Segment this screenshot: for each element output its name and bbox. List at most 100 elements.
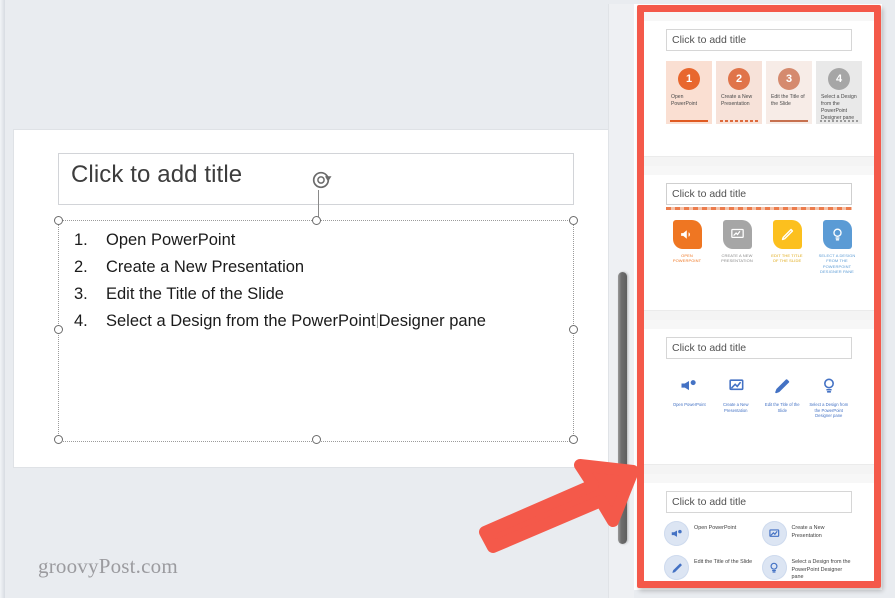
card-number-circle: 4	[828, 68, 850, 90]
lightbulb-icon	[806, 373, 853, 399]
design-2-tile-label: EDIT THE TITLE OF THE SLIDE	[771, 253, 803, 264]
design-3-item-label: Create a New Presentation	[722, 402, 749, 413]
design-3-item: Open PowerPoint	[666, 373, 713, 419]
design-4-item: Edit the Title of the Slide	[664, 555, 757, 581]
designer-divider	[644, 465, 874, 474]
designer-divider	[644, 157, 874, 166]
rotate-handle-stem	[318, 190, 319, 218]
selection-handle-ne[interactable]	[569, 216, 578, 225]
design-2-accent-rule	[666, 207, 852, 210]
selection-handle-n[interactable]	[312, 216, 321, 225]
card-label: Select a Design from the PowerPoint Desi…	[821, 94, 857, 121]
list-item-text: Create a New Presentation	[106, 258, 305, 276]
list-item: 2. Create a New Presentation	[59, 254, 573, 281]
card-underline	[720, 120, 758, 122]
design-option-1[interactable]: Click to add title 1 Open PowerPoint 2 C…	[644, 21, 874, 157]
selection-handle-s[interactable]	[312, 435, 321, 444]
designer-pane[interactable]: Click to add title 1 Open PowerPoint 2 C…	[644, 12, 874, 581]
watermark: groovyPost.com	[38, 554, 178, 578]
design-3-item: Edit the Title of the Slide	[759, 373, 806, 419]
card-number-circle: 2	[728, 68, 750, 90]
slide-canvas[interactable]: Click to add title 1. Open PowerPoint 2.…	[14, 130, 609, 467]
megaphone-icon	[664, 521, 689, 546]
card-label: Open PowerPoint	[671, 94, 698, 107]
list-item: 4. Select a Design from the PowerPoint De…	[59, 308, 573, 335]
design-1-card: 2 Create a New Presentation	[716, 61, 762, 124]
card-underline	[820, 120, 858, 122]
design-3-items: Open PowerPoint Create a New Presentatio…	[666, 373, 852, 419]
selection-handle-nw[interactable]	[54, 216, 63, 225]
list-item: 1. Open PowerPoint	[59, 227, 573, 254]
list-item-number: 2.	[74, 258, 88, 276]
designer-divider	[644, 311, 874, 320]
list-item-text: Open PowerPoint	[106, 231, 236, 249]
powerpoint-window: Click to add title 1. Open PowerPoint 2.…	[0, 0, 895, 598]
design-2-title: Click to add title	[666, 183, 852, 205]
list-item-text: Edit the Title of the Slide	[106, 285, 284, 303]
design-2-thumbnail: Click to add title OPEN POWERPOINT CREAT	[656, 175, 862, 292]
design-option-2[interactable]: Click to add title OPEN POWERPOINT CREAT	[644, 175, 874, 311]
presentation-icon	[713, 373, 760, 399]
design-4-items: Open PowerPoint Create a New Presentatio…	[664, 521, 854, 581]
list-item-number: 3.	[74, 285, 88, 303]
design-3-item-label: Edit the Title of the Slide	[764, 402, 800, 413]
design-2-tiles: OPEN POWERPOINT CREATE A NEW PRESENTATIO…	[668, 220, 856, 275]
megaphone-icon	[672, 220, 702, 249]
annotation-arrow	[479, 459, 639, 553]
design-4-item-label: Create a New Presentation	[791, 525, 825, 539]
design-3-item: Select a Design from the PowerPoint Desi…	[806, 373, 853, 419]
design-2-tile: EDIT THE TITLE OF THE SLIDE	[768, 220, 806, 275]
design-4-item-label: Select a Design from the PowerPoint Desi…	[791, 559, 851, 581]
pencil-icon	[664, 555, 689, 580]
design-option-4[interactable]: Click to add title Open PowerPoint Creat…	[644, 483, 874, 581]
design-3-thumbnail: Click to add title Open PowerPoint Creat…	[656, 329, 862, 446]
pencil-icon	[759, 373, 806, 399]
design-2-tile: CREATE A NEW PRESENTATION	[718, 220, 756, 275]
lightbulb-icon	[822, 220, 852, 249]
megaphone-icon	[666, 373, 713, 399]
card-label: Create a New Presentation	[721, 94, 753, 107]
card-number-circle: 1	[678, 68, 700, 90]
card-label: Edit the Title of the Slide	[771, 94, 805, 107]
design-2-tile-label: SELECT A DESIGN FROM THE POWERPOINT DESI…	[818, 253, 856, 275]
design-2-tile-label: CREATE A NEW PRESENTATION	[721, 253, 753, 264]
design-4-title: Click to add title	[666, 491, 852, 513]
list-item-text-part1: Select a Design from the PowerPoint	[106, 312, 376, 330]
design-4-item: Open PowerPoint	[664, 521, 757, 546]
list-item-text-part2: Designer pane	[378, 312, 486, 330]
text-caret	[376, 313, 378, 328]
design-1-cards: 1 Open PowerPoint 2 Create a New Present…	[666, 61, 862, 124]
selection-handle-se[interactable]	[569, 435, 578, 444]
selection-handle-e[interactable]	[569, 325, 578, 334]
design-2-tile-label: OPEN POWERPOINT	[672, 253, 702, 264]
rotate-icon	[312, 171, 332, 189]
design-4-item-label: Open PowerPoint	[694, 525, 737, 531]
design-4-thumbnail: Click to add title Open PowerPoint Creat…	[656, 483, 862, 581]
title-placeholder-text: Click to add title	[71, 161, 243, 188]
design-4-item: Create a New Presentation	[761, 521, 855, 546]
rotate-handle[interactable]	[311, 170, 339, 222]
design-1-title: Click to add title	[666, 29, 852, 51]
card-number-circle: 3	[778, 68, 800, 90]
card-underline	[770, 120, 808, 122]
presentation-icon	[761, 521, 787, 546]
presentation-icon	[722, 220, 752, 249]
design-1-thumbnail: Click to add title 1 Open PowerPoint 2 C…	[656, 21, 862, 138]
lightbulb-icon	[761, 555, 787, 580]
design-3-item: Create a New Presentation	[713, 373, 760, 419]
design-option-3[interactable]: Click to add title Open PowerPoint Creat…	[644, 329, 874, 465]
design-1-card: 1 Open PowerPoint	[666, 61, 712, 124]
design-2-tile: SELECT A DESIGN FROM THE POWERPOINT DESI…	[818, 220, 856, 275]
design-1-card: 4 Select a Design from the PowerPoint De…	[816, 61, 862, 124]
design-3-title: Click to add title	[666, 337, 852, 359]
selection-handle-sw[interactable]	[54, 435, 63, 444]
design-4-item-label: Edit the Title of the Slide	[694, 559, 753, 565]
selection-handle-w[interactable]	[54, 325, 63, 334]
design-3-item-label: Select a Design from the PowerPoint Desi…	[809, 402, 849, 419]
design-4-item: Select a Design from the PowerPoint Desi…	[761, 555, 855, 581]
design-2-tile: OPEN POWERPOINT	[668, 220, 706, 275]
body-placeholder[interactable]: 1. Open PowerPoint 2. Create a New Prese…	[54, 216, 578, 444]
body-list: 1. Open PowerPoint 2. Create a New Prese…	[59, 227, 573, 335]
card-underline	[670, 120, 708, 122]
list-item: 3. Edit the Title of the Slide	[59, 281, 573, 308]
